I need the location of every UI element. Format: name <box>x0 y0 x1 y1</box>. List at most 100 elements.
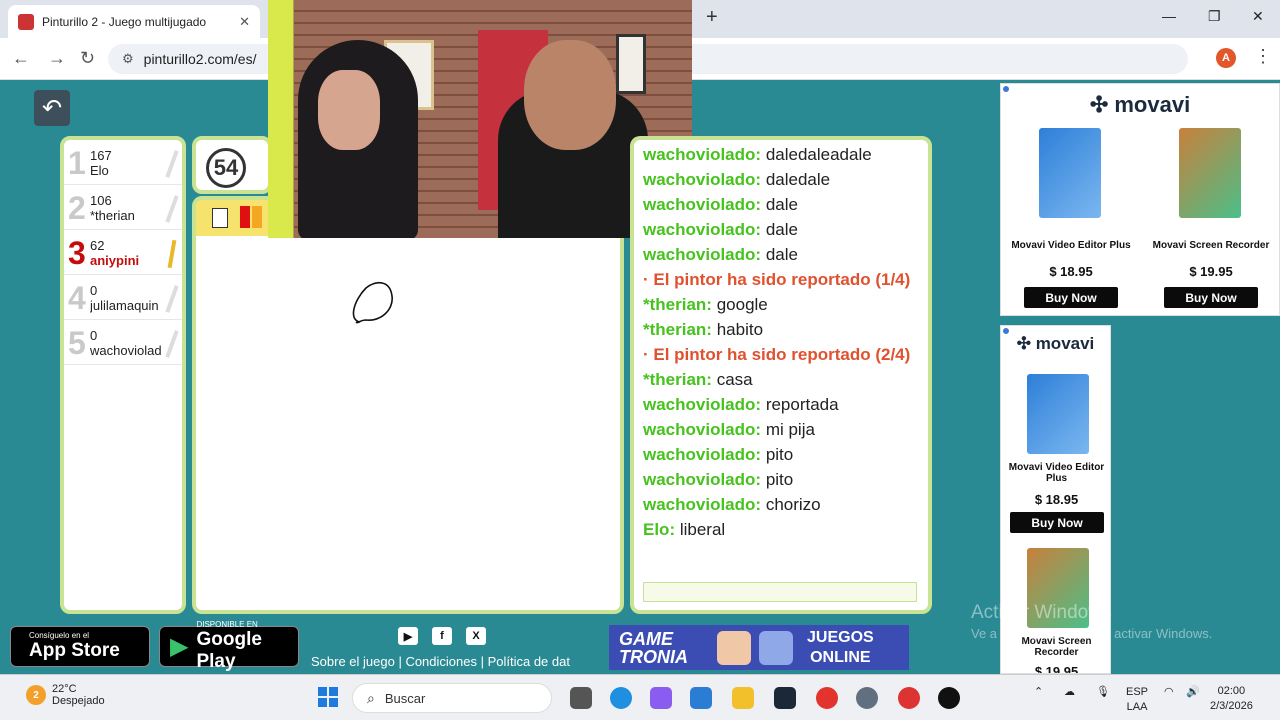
new-tab-icon[interactable]: + <box>706 6 718 29</box>
chat-input[interactable] <box>643 582 917 602</box>
volume-icon[interactable]: 🔊 <box>1186 685 1200 698</box>
clear-canvas-icon[interactable] <box>212 208 228 228</box>
browser-tab[interactable]: Pinturillo 2 - Juego multijugado ✕ <box>8 5 260 38</box>
webcam-video <box>268 0 692 238</box>
ad-product-name: Movavi Video Editor Plus <box>1011 240 1131 251</box>
player-score: 106 <box>90 193 112 208</box>
profile-avatar[interactable]: A <box>1216 48 1236 68</box>
chat-username: wachoviolado: <box>643 170 762 189</box>
x-twitter-icon[interactable]: X <box>466 627 486 645</box>
clock[interactable]: 02:00 2/3/2026 <box>1210 684 1253 714</box>
m365-icon[interactable] <box>650 687 672 709</box>
app-store-badge[interactable]: Consíguelo en el App Store <box>10 626 150 667</box>
chat-message: wachoviolado: pito <box>643 442 923 467</box>
settings-gear-icon[interactable] <box>856 687 878 709</box>
video-face-right <box>524 40 616 150</box>
player-row: 1 167 Elo <box>64 140 182 185</box>
temperature: 22°C <box>52 683 77 695</box>
movavi-logo: ✣ movavi <box>1089 92 1191 117</box>
chat-username: *therian: <box>643 295 712 314</box>
color-orange-swatch[interactable] <box>252 206 262 228</box>
back-arrow-icon[interactable]: ← <box>12 48 30 69</box>
chat-text: casa <box>716 370 753 389</box>
taskbar-search[interactable]: ⌕ Buscar <box>352 683 552 713</box>
app-icon[interactable] <box>938 687 960 709</box>
player-rank: 2 <box>68 190 86 226</box>
color-red-swatch[interactable] <box>240 206 250 228</box>
game-thumbnail-icon <box>717 630 751 665</box>
ad-choices-icon[interactable] <box>1003 328 1009 334</box>
reload-icon[interactable]: ↻ <box>80 48 95 69</box>
chat-text: pito <box>765 470 794 489</box>
footer-links[interactable]: Sobre el juego | Condiciones | Política … <box>311 654 573 669</box>
chat-username: Elo: <box>643 520 676 539</box>
tab-close-icon[interactable]: ✕ <box>239 14 250 30</box>
player-rank: 5 <box>68 325 86 361</box>
edge-icon[interactable] <box>610 687 632 709</box>
chat-text: google <box>716 295 768 314</box>
ad-price: $ 18.95 <box>1049 264 1093 279</box>
browser-menu-icon[interactable]: ⋮ <box>1254 46 1272 67</box>
chat-text: pito <box>765 445 794 464</box>
maximize-icon[interactable]: ❐ <box>1208 8 1221 25</box>
steam-icon[interactable] <box>774 687 796 709</box>
google-play-badge[interactable]: ▶ DISPONIBLE EN Google Play <box>159 620 299 672</box>
chat-message: wachoviolado: dale <box>643 217 923 242</box>
chat-message: wachoviolado: daledale <box>643 167 923 192</box>
tray-chevron-icon[interactable]: ⌃ <box>1034 685 1043 698</box>
minimize-icon[interactable]: — <box>1162 8 1176 24</box>
chat-text: dale <box>765 245 798 264</box>
ad-choices-icon[interactable] <box>1003 86 1009 92</box>
chat-username: wachoviolado: <box>643 395 762 414</box>
forward-arrow-icon[interactable]: → <box>48 48 66 69</box>
movavi-logo: ✣ movavi <box>1016 334 1095 353</box>
cloud-icon[interactable]: ☁ <box>1064 685 1075 698</box>
chrome-icon[interactable] <box>816 687 838 709</box>
player-row: 3 62 aniypini <box>64 230 182 275</box>
chat-text: dale <box>765 220 798 239</box>
buy-now-button[interactable]: Buy Now <box>1164 287 1258 308</box>
store-icon[interactable] <box>690 687 712 709</box>
buy-now-button[interactable]: Buy Now <box>1010 512 1104 533</box>
gametronia-logo: GAME TRONIA <box>619 628 688 667</box>
chat-message: wachoviolado: reportada <box>643 392 923 417</box>
video-wall-picture <box>616 34 646 94</box>
gametronia-banner[interactable]: GAME TRONIA JUEGOS ONLINE <box>609 625 909 670</box>
player-rank: 4 <box>68 280 86 316</box>
wifi-icon[interactable]: ◠ <box>1164 685 1174 698</box>
chat-message: wachoviolado: dale <box>643 192 923 217</box>
player-score: 0 <box>90 283 98 298</box>
youtube-icon[interactable]: ▶ <box>398 627 418 645</box>
site-favicon-icon <box>18 13 34 30</box>
drawing-canvas[interactable] <box>192 196 624 614</box>
video-editor-box-image <box>1027 374 1089 454</box>
chat-message: wachoviolado: dale <box>643 242 923 267</box>
chat-message: Elo: liberal <box>643 517 923 542</box>
video-face-left <box>318 70 380 150</box>
facebook-icon[interactable]: f <box>432 627 452 645</box>
task-view-icon[interactable] <box>570 687 592 709</box>
ad-product-name: Movavi Screen Recorder <box>1152 240 1270 251</box>
chat-message: *therian: google <box>643 292 923 317</box>
chat-text: reportada <box>765 395 839 414</box>
site-info-icon[interactable]: ⚙ <box>122 51 134 67</box>
file-explorer-icon[interactable] <box>732 687 754 709</box>
exit-room-button[interactable]: ↶ <box>34 90 70 126</box>
microphone-icon[interactable]: 🎙 <box>1096 685 1110 698</box>
google-play-icon: ▶ <box>170 633 189 660</box>
ad-product-name: Movavi Video Editor Plus <box>1008 462 1105 484</box>
chat-message: wachoviolado: chorizo <box>643 492 923 517</box>
chat-text: liberal <box>679 520 726 539</box>
movavi-ad-banner[interactable]: ✣ movavi Movavi Video Editor Plus Movavi… <box>1000 83 1280 316</box>
language-indicator[interactable]: ESP LAA <box>1126 685 1148 715</box>
player-row: 4 0 julilamaquin <box>64 275 182 320</box>
buy-now-button[interactable]: Buy Now <box>1024 287 1118 308</box>
windows-start-icon[interactable] <box>318 687 338 707</box>
app-icon[interactable] <box>898 687 920 709</box>
chat-text: daledale <box>765 170 831 189</box>
app-store-label: App Store <box>29 640 120 661</box>
chat-username: wachoviolado: <box>643 470 762 489</box>
weather-widget[interactable]: 2 22°C Despejado <box>26 683 105 707</box>
players-list: 1 167 Elo 2 106 *therian 3 62 aniypini 4 0 julilama… <box>60 136 186 614</box>
close-window-icon[interactable]: ✕ <box>1252 8 1264 25</box>
